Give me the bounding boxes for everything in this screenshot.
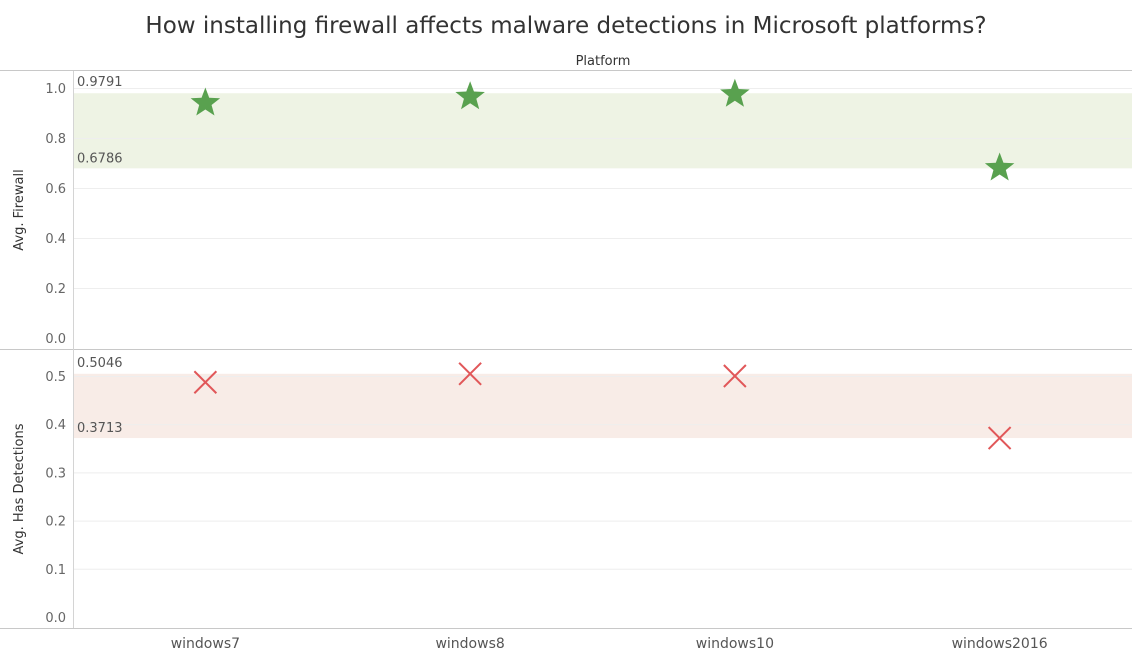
panel-1: 0.0 0.2 0.4 0.6 0.8 1.0 0.9791 0.6786 Avg. Firew… <box>12 75 1132 347</box>
y-tick-label: 0.2 <box>45 282 66 297</box>
y-axis-title: Avg. Firewall <box>12 169 27 250</box>
y-axis-title: Avg. Has Detections <box>12 423 27 554</box>
y-tick-label: 0.1 <box>45 563 66 578</box>
x-category-label: windows2016 <box>952 636 1048 652</box>
y-tick-label: 0.0 <box>45 332 66 347</box>
y-tick-label: 0.4 <box>45 232 66 247</box>
y-tick-label: 0.0 <box>45 611 66 626</box>
band-high-label: 0.9791 <box>77 75 123 90</box>
y-tick-label: 0.8 <box>45 132 66 147</box>
y-tick-label: 0.3 <box>45 466 66 481</box>
y-tick-label: 0.4 <box>45 418 66 433</box>
reference-band <box>74 93 1132 169</box>
x-category-label: windows10 <box>696 636 774 652</box>
x-category-label: windows7 <box>171 636 240 652</box>
x-category-label: windows8 <box>435 636 504 652</box>
chart-title: How installing firewall affects malware … <box>145 13 986 39</box>
panel-2: 0.0 0.1 0.2 0.3 0.4 0.5 0.5046 0.3713 Avg. Has D… <box>12 356 1132 626</box>
chart: How installing firewall affects malware … <box>0 13 1132 652</box>
y-tick-label: 0.2 <box>45 515 66 530</box>
band-low-label: 0.3713 <box>77 421 123 436</box>
band-low-label: 0.6786 <box>77 151 123 166</box>
column-header: Platform <box>576 54 631 69</box>
reference-band <box>74 373 1132 439</box>
y-tick-label: 0.6 <box>45 182 66 197</box>
band-high-label: 0.5046 <box>77 356 123 371</box>
plot-area: 0.0 0.2 0.4 0.6 0.8 1.0 0.9791 0.6786 Avg. Firew… <box>0 70 1132 652</box>
y-tick-label: 1.0 <box>45 82 66 97</box>
y-tick-label: 0.5 <box>45 370 66 385</box>
